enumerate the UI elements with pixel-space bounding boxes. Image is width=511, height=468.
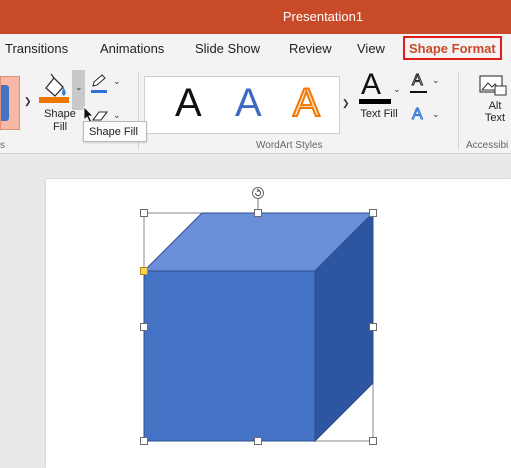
alt-text-label-2: Text [484, 112, 506, 124]
cube-shape[interactable] [46, 179, 511, 468]
resize-handle-bottom-right[interactable] [369, 437, 377, 445]
shape-style-preset[interactable] [0, 76, 20, 130]
chevron-down-icon: ⌄ [432, 109, 440, 119]
text-outline-color-bar [410, 91, 427, 93]
text-effects-icon: A [412, 106, 424, 124]
ribbon: ❯ s Shape Fill ⌄ ⌄ ⌄ A A A ❯ WordArt Sty… [0, 64, 511, 154]
shape-fill-button[interactable]: Shape Fill [36, 70, 76, 134]
tab-shape-format[interactable]: Shape Format [403, 36, 502, 60]
chevron-right-icon[interactable]: ❯ [24, 96, 32, 107]
resize-handle-top-right[interactable] [369, 209, 377, 217]
text-effects-button[interactable]: A ⌄ [410, 106, 442, 128]
slide-canvas[interactable] [46, 179, 511, 468]
wordart-styles-gallery: A A A [144, 76, 340, 134]
shape-outline-button[interactable]: ⌄ [90, 74, 122, 96]
fill-color-bar [39, 97, 69, 103]
tab-view[interactable]: View [357, 41, 385, 56]
resize-handle-bottom[interactable] [254, 437, 262, 445]
chevron-down-icon: ⌄ [75, 82, 83, 92]
wordart-style-black[interactable]: A [175, 81, 202, 126]
chevron-down-icon: ⌄ [432, 75, 440, 85]
chevron-down-icon: ⌄ [113, 76, 121, 86]
tab-slide-show[interactable]: Slide Show [195, 41, 260, 56]
chevron-down-icon: ⌄ [113, 110, 121, 120]
cube-front-face [143, 270, 316, 442]
tab-animations[interactable]: Animations [100, 41, 164, 56]
shape-fill-label-2: Fill [52, 121, 68, 133]
shape-fill-dropdown[interactable]: ⌄ [72, 70, 85, 110]
resize-handle-right[interactable] [369, 323, 377, 331]
text-outline-icon: A [412, 72, 424, 90]
wordart-style-blue[interactable]: A [235, 81, 262, 126]
adjustment-handle[interactable] [140, 267, 148, 275]
resize-handle-top[interactable] [254, 209, 262, 217]
ribbon-tab-bar: Transitions Animations Slide Show Review… [0, 34, 511, 64]
wordart-style-orange-outline[interactable]: A [292, 80, 321, 126]
title-bar: Presentation1 [0, 0, 511, 34]
text-fill-icon: A [361, 68, 382, 101]
window-title: Presentation1 [282, 9, 364, 24]
resize-handle-top-left[interactable] [140, 209, 148, 217]
wordart-styles-group-label: WordArt Styles [256, 140, 323, 151]
resize-handle-bottom-left[interactable] [140, 437, 148, 445]
text-fill-label: Text Fill [360, 108, 398, 120]
text-fill-button[interactable]: A ⌄ Text Fill [357, 68, 403, 128]
accessibility-group-label: Accessibi [466, 140, 509, 151]
text-fill-color-bar [359, 99, 391, 104]
tab-transitions[interactable]: Transitions [5, 41, 68, 56]
text-outline-button[interactable]: A ⌄ [410, 72, 442, 96]
alt-text-button[interactable]: Alt Text [476, 74, 511, 134]
resize-handle-left[interactable] [140, 323, 148, 331]
pencil-icon [92, 74, 106, 87]
tab-review[interactable]: Review [289, 41, 332, 56]
ribbon-divider [458, 72, 459, 150]
rotate-handle-icon[interactable] [251, 186, 265, 200]
chevron-down-icon: ⌄ [393, 84, 401, 94]
alt-text-label-1: Alt [488, 100, 502, 112]
chevron-right-icon[interactable]: ❯ [342, 98, 350, 109]
shape-styles-group-label: s [0, 140, 5, 151]
alt-text-icon [479, 75, 507, 96]
shape-fill-tooltip: Shape Fill [83, 121, 147, 142]
outline-color-bar [91, 90, 107, 93]
